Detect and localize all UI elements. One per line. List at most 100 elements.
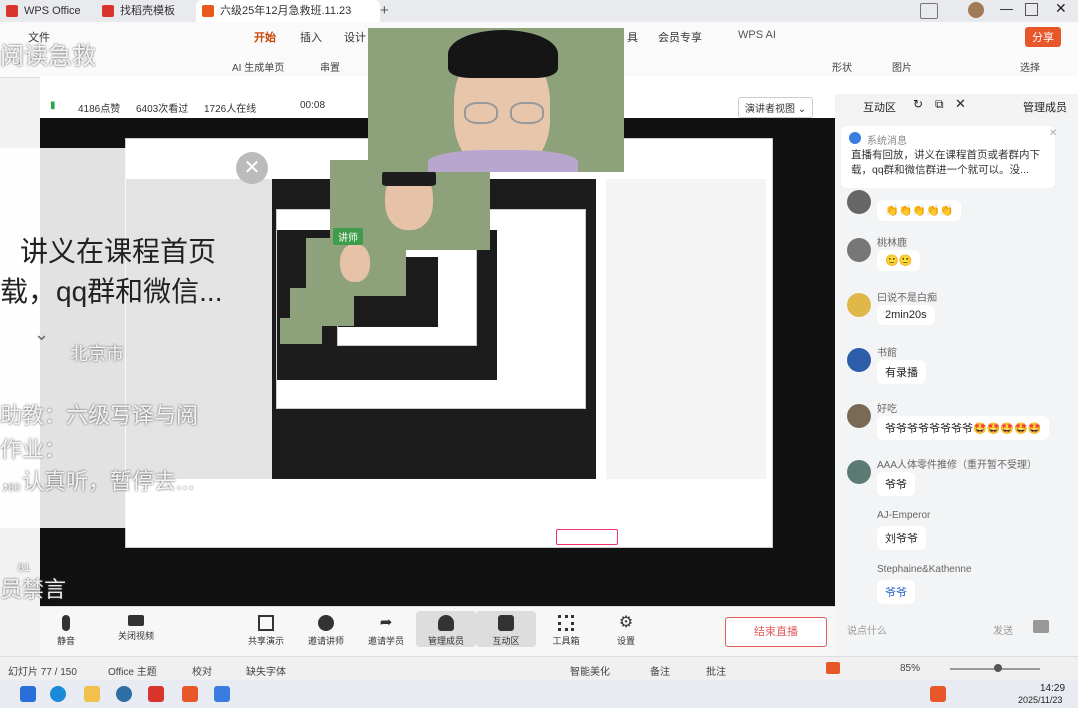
refresh-icon[interactable]: ↻	[913, 97, 923, 111]
proof-button[interactable]: 校对	[192, 663, 212, 678]
chat-text: 有录播	[877, 360, 926, 384]
avatar	[847, 460, 871, 484]
glasses-icon	[464, 102, 498, 124]
nested-end-button	[556, 529, 618, 545]
ribbon-tab-insert[interactable]: 插入	[300, 29, 322, 45]
ribbon-tab-wps-ai[interactable]: WPS AI	[738, 29, 776, 41]
ribbon-tab-member[interactable]: 会员专享	[658, 29, 702, 45]
close-icon[interactable]: ✕	[1055, 0, 1067, 17]
clock-date: 2025/11/23	[1018, 695, 1063, 705]
signal-icon: ▮	[50, 100, 56, 111]
edge-icon[interactable]	[50, 686, 66, 702]
tab-document[interactable]: 六级25年12月急救班.11.23	[196, 0, 380, 22]
tab-label: WPS Office	[24, 5, 81, 17]
speaker-icon	[849, 132, 861, 144]
ai-generate-button[interactable]: AI 生成单页	[232, 59, 284, 74]
members-tab[interactable]: 管理成员	[1023, 99, 1067, 115]
tab-templates[interactable]: 找稻壳模板	[96, 0, 185, 22]
zoom-thumb[interactable]	[994, 664, 1002, 672]
folder-icon[interactable]	[84, 686, 100, 702]
picture-button[interactable]: 图片	[892, 59, 912, 74]
system-message-text: 直播有回放，讲义在课程首页或者群内下载，qq群和微信群进一个就可以。没...	[851, 149, 1040, 176]
annotation-button[interactable]: 批注	[706, 663, 726, 678]
missing-font-button[interactable]: 缺失字体	[246, 663, 286, 678]
ppt-icon[interactable]	[182, 686, 198, 702]
settings-icon: ⚙	[618, 614, 634, 631]
wps-icon[interactable]	[148, 686, 164, 702]
tray-app-icon[interactable]	[930, 686, 946, 702]
beautify-button[interactable]: 智能美化	[570, 663, 610, 678]
chat-icon	[498, 615, 514, 631]
invite-student-button[interactable]: ➦ 邀请学员	[356, 615, 416, 647]
maximize-icon[interactable]	[1025, 3, 1038, 16]
select-button[interactable]: 选择	[1020, 59, 1040, 74]
chevron-down-icon[interactable]: ⌄	[34, 324, 49, 345]
theme-label[interactable]: Office 主题	[108, 663, 157, 678]
new-tab-icon[interactable]: +	[380, 2, 389, 19]
notes-button[interactable]: 备注	[650, 663, 670, 678]
teacher-hair	[448, 30, 558, 78]
chat-app-icon[interactable]	[214, 686, 230, 702]
settings-button[interactable]: ⚙ 设置	[596, 615, 656, 647]
ghost-muted: 员禁言	[0, 577, 67, 602]
members-button[interactable]: 管理成员	[416, 611, 476, 647]
invite-student-icon: ➦	[379, 614, 393, 631]
ribbon-tab-design[interactable]: 设计	[344, 29, 366, 45]
camera-label: 关闭视频	[117, 631, 154, 641]
camera-button[interactable]: 关闭视频	[106, 615, 166, 642]
avatar	[847, 238, 871, 262]
share-button[interactable]: 分享	[1025, 27, 1061, 47]
live-timer: 00:08	[300, 100, 326, 111]
slide-counter: 幻灯片 77 / 150	[8, 667, 77, 678]
overlay-line-1: 讲义在课程首页	[20, 236, 217, 267]
view-mode-label: 演讲者视图	[745, 104, 795, 115]
members-label: 管理成员	[427, 636, 464, 646]
play-icon[interactable]	[826, 662, 840, 674]
chat-panel: 系统消息 直播有回放，讲义在课程首页或者群内下载，qq群和微信群进一个就可以。没…	[835, 118, 1078, 606]
wps-logo-icon	[6, 5, 18, 17]
popout-icon[interactable]: ⧉	[935, 97, 944, 112]
send-button[interactable]: 发送	[993, 622, 1013, 637]
toolbox-button[interactable]: 工具箱	[536, 615, 596, 647]
avatar[interactable]	[968, 2, 984, 18]
mute-button[interactable]: 静音	[36, 615, 96, 647]
share-label: 共享演示	[247, 636, 284, 646]
browser-icon[interactable]	[116, 686, 132, 702]
chat-input-bar: 说点什么 发送	[835, 606, 1078, 656]
layout-button[interactable]: 串置	[320, 59, 340, 74]
teacher-badge: 讲师	[333, 228, 363, 245]
overlay-line-2: 载，qq群和微信...	[0, 276, 223, 307]
chat-text: 爷爷	[877, 472, 915, 496]
tab-label: 找稻壳模板	[120, 5, 175, 17]
camera-icon	[128, 615, 144, 626]
invite-teacher-button[interactable]: 邀请讲师	[296, 615, 356, 647]
chat-username: AJ-Emperor	[877, 510, 931, 521]
ribbon-tab-tools[interactable]: 具	[627, 29, 638, 45]
start-icon[interactable]	[20, 686, 36, 702]
view-mode-select[interactable]: 演讲者视图 ⌄	[738, 97, 814, 118]
ribbon-tab-home[interactable]: 开始	[254, 29, 276, 45]
folder-icon[interactable]	[1033, 620, 1049, 633]
interaction-button[interactable]: 互动区	[476, 611, 536, 647]
share-screen-button[interactable]: 共享演示	[236, 615, 296, 647]
window-icon[interactable]	[920, 3, 938, 19]
system-message-label: 系统消息	[867, 136, 907, 147]
chat-text: 🙂🙂	[877, 250, 921, 271]
zoom-level[interactable]: 85%	[900, 663, 920, 674]
shape-button[interactable]: 形状	[832, 59, 852, 74]
chat-username: Stephaine&Kathenne	[877, 564, 972, 575]
invite-teacher-label: 邀请讲师	[307, 636, 344, 646]
online-count: 1726人在线	[204, 104, 257, 115]
ppt-icon	[202, 5, 214, 17]
panel-close-icon[interactable]: ✕	[955, 96, 966, 112]
avatar	[847, 404, 871, 428]
end-live-button[interactable]: 结束直播	[725, 617, 827, 647]
overlay-close-icon[interactable]: ✕	[236, 152, 268, 184]
ghost-num-1: 80	[8, 482, 21, 494]
invite-student-label: 邀请学员	[367, 636, 404, 646]
dismiss-icon[interactable]: ✕	[1049, 128, 1057, 139]
minimize-icon[interactable]: —	[1000, 1, 1013, 16]
chat-input[interactable]: 说点什么	[847, 622, 987, 637]
panel-title: 互动区	[863, 102, 896, 114]
tab-wps-office[interactable]: WPS Office	[0, 0, 91, 22]
